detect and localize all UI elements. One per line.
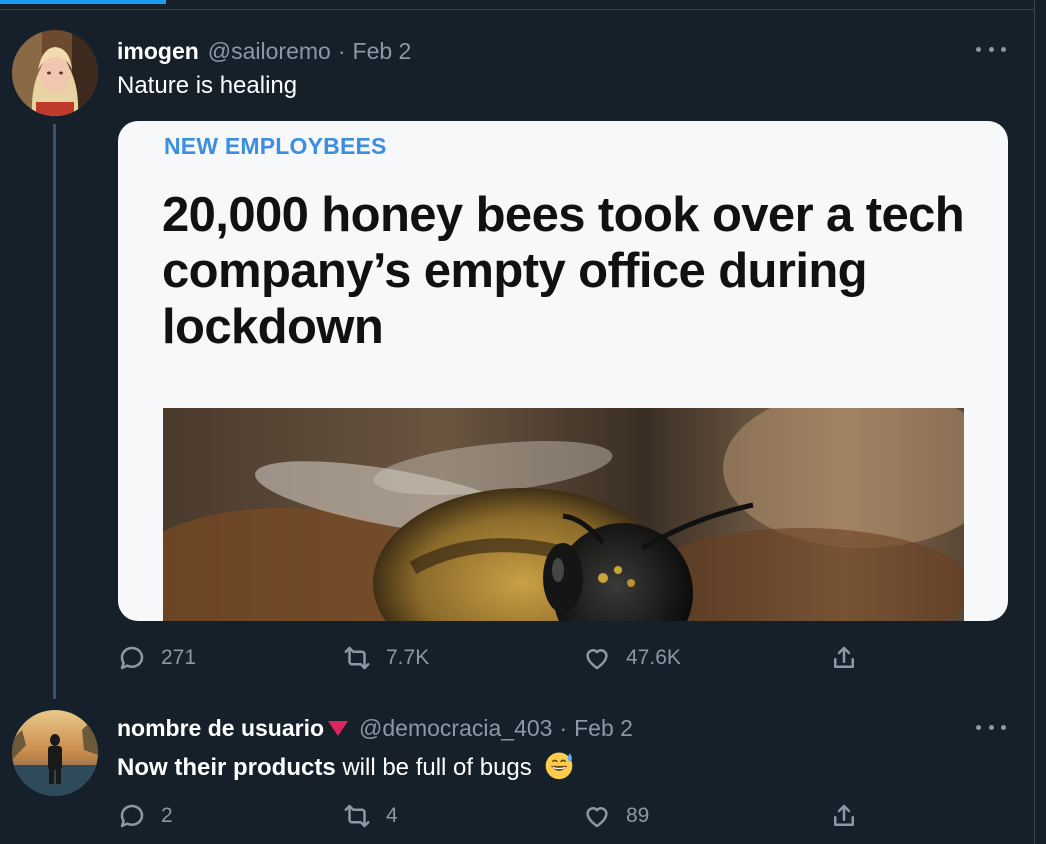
share-button[interactable] [829, 643, 859, 673]
tweet-text-rest: will be full of bugs [335, 754, 532, 781]
avatar-image [12, 30, 98, 116]
reply-icon [120, 804, 144, 828]
top-divider [0, 9, 1034, 10]
share-icon [834, 646, 854, 668]
user-handle[interactable]: @sailoremo [208, 38, 331, 65]
more-options-button[interactable] [976, 720, 1006, 734]
bee-photo [163, 408, 964, 621]
retweet-button[interactable]: 7.7K [342, 643, 429, 673]
dot-icon [1001, 724, 1006, 730]
reply-count: 271 [161, 646, 197, 669]
like-count: 47.6K [626, 646, 681, 669]
reply-button[interactable]: 2 [117, 801, 173, 831]
retweet-icon [344, 804, 370, 828]
separator-dot: · [337, 37, 346, 64]
reply-count: 2 [161, 804, 173, 827]
dot-icon [988, 46, 994, 52]
display-name[interactable]: imogen [117, 38, 199, 65]
card-kicker: NEW EMPLOYBEES [164, 133, 387, 159]
card-headline: 20,000 honey bees took over a tech compa… [162, 188, 965, 354]
active-tab-indicator [0, 0, 166, 4]
tweet-header: imogen @sailoremo · Feb 2 [117, 37, 411, 65]
retweet-count: 4 [386, 804, 398, 827]
scrollbar-track[interactable] [1034, 0, 1046, 844]
dot-icon [976, 724, 981, 730]
attached-image-card[interactable]: NEW EMPLOYBEES 20,000 honey bees took ov… [118, 121, 1008, 621]
dot-icon [976, 46, 981, 52]
retweet-count: 7.7K [386, 646, 430, 669]
separator-dot: · [559, 714, 568, 741]
retweet-icon [344, 646, 370, 670]
like-button[interactable]: 47.6K [582, 643, 681, 673]
retweet-button[interactable]: 4 [342, 801, 398, 831]
heart-icon [586, 649, 608, 670]
tweet-header: nombre de usuario @democracia_403 · Feb … [117, 714, 633, 742]
display-name[interactable]: nombre de usuario [117, 715, 324, 742]
reply-button[interactable]: 271 [117, 643, 196, 673]
tweet-text: Now their products will be full of bugs [117, 750, 574, 782]
avatar[interactable] [12, 30, 98, 116]
user-handle[interactable]: @democracia_403 [359, 715, 552, 742]
more-options-button[interactable] [976, 42, 1006, 56]
grinning-face-with-sweat-icon [546, 752, 573, 780]
avatar-image [12, 710, 98, 796]
thread-connector-line [53, 124, 56, 699]
like-count: 89 [626, 804, 650, 827]
tweet-text-bold: Now their products [117, 754, 336, 781]
dot-icon [1001, 46, 1006, 52]
avatar[interactable] [12, 710, 98, 796]
tweet-actions: 271 7.7K 47.6K [117, 643, 877, 671]
reply-icon [120, 646, 144, 670]
heart-icon [586, 807, 608, 828]
share-icon [834, 804, 854, 826]
tweet-text: Nature is healing [117, 72, 298, 99]
dot-icon [988, 724, 994, 730]
share-button[interactable] [829, 801, 859, 831]
red-triangle-icon [328, 720, 349, 736]
tweet-actions: 2 4 89 [117, 801, 877, 829]
tweet-date[interactable]: Feb 2 [353, 38, 412, 65]
like-button[interactable]: 89 [582, 801, 649, 831]
tweet-date[interactable]: Feb 2 [574, 715, 633, 742]
